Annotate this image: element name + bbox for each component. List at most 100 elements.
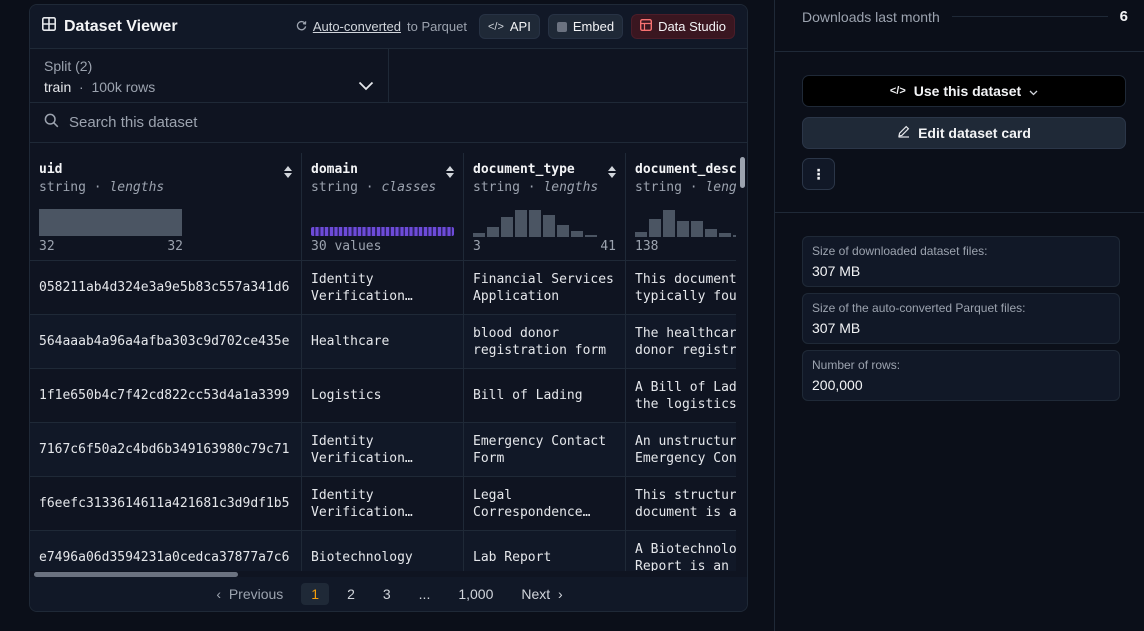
- page-button-2[interactable]: 2: [337, 583, 365, 605]
- use-this-dataset-button[interactable]: </> Use this dataset: [802, 75, 1126, 107]
- info-label: Size of the auto-converted Parquet files…: [812, 301, 1026, 315]
- previous-label: Previous: [228, 586, 284, 602]
- table-cell[interactable]: Healthcare: [302, 315, 463, 369]
- table-cell[interactable]: Biotechnology: [302, 531, 463, 571]
- column-name: document_desc: [635, 162, 736, 177]
- column-header[interactable]: uid string · lengths 32 32: [30, 153, 301, 261]
- histogram-range: 32 32: [39, 239, 183, 254]
- previous-page-button[interactable]: ‹ Previous: [206, 583, 293, 605]
- page-button-3[interactable]: 3: [373, 583, 401, 605]
- table-cell[interactable]: This structur document is a: [626, 477, 736, 531]
- vertical-scrollbar[interactable]: [740, 157, 745, 188]
- length-histogram: [39, 209, 182, 236]
- next-label: Next: [521, 586, 551, 602]
- page-ellipsis: ...: [418, 586, 431, 602]
- column-uid: uid string · lengths 32 32 058211ab4d324…: [30, 153, 302, 571]
- split-selector[interactable]: Split (2) train · 100k rows: [30, 49, 389, 102]
- pencil-icon: [897, 125, 910, 141]
- table-cell[interactable]: Emergency Contact Form: [464, 423, 625, 477]
- histogram-bar: [501, 217, 513, 237]
- split-name: train: [44, 79, 72, 95]
- table-cell[interactable]: 1f1e650b4c7f42cd822cc53d4a1a3399: [30, 369, 301, 423]
- column-header[interactable]: document_type string · lengths 3 41: [464, 153, 625, 261]
- divider: [775, 51, 1144, 52]
- histogram-bar: [585, 235, 597, 237]
- embed-button[interactable]: Embed: [547, 14, 624, 39]
- downloads-stat: Downloads last month 6: [802, 8, 1128, 25]
- table-cell[interactable]: 564aaab4a96a4afba303c9d702ce435e: [30, 315, 301, 369]
- more-options-button[interactable]: ⋮: [802, 158, 835, 190]
- stat-label: classes: [381, 180, 437, 195]
- data-table: uid string · lengths 32 32 058211ab4d324…: [30, 153, 736, 571]
- table-cell[interactable]: A Biotechnolo Report is an: [626, 531, 736, 572]
- column-type: string · classes: [311, 180, 437, 195]
- search-input[interactable]: Search this dataset: [69, 114, 197, 131]
- table-cell[interactable]: f6eefc3133614611a421681c3d9df1b5: [30, 477, 301, 531]
- api-button[interactable]: </> API: [478, 14, 540, 39]
- column-document-description: document_desc string · lengths 138 This …: [626, 153, 736, 571]
- sort-icon[interactable]: [283, 165, 293, 184]
- column-type: string · lengths: [39, 180, 165, 195]
- column-name: document_type: [473, 162, 575, 177]
- chevron-down-icon: [1029, 83, 1038, 99]
- auto-converted-link[interactable]: Auto-converted: [313, 19, 401, 34]
- histogram-min: 138: [635, 239, 659, 254]
- table-cell[interactable]: Identity Verification…: [302, 261, 463, 315]
- sort-icon[interactable]: [445, 165, 455, 184]
- table-cell[interactable]: Logistics: [302, 369, 463, 423]
- data-studio-icon: [640, 18, 653, 34]
- histogram-bar: [557, 225, 569, 237]
- downloads-label: Downloads last month: [802, 8, 940, 25]
- table-cell[interactable]: 058211ab4d324e3a9e5b83c557a341d6: [30, 261, 301, 315]
- table-cell[interactable]: e7496a06d3594231a0cedca37877a7c6: [30, 531, 301, 571]
- histogram-bar: [663, 210, 675, 237]
- divider: [775, 212, 1144, 213]
- sort-icon[interactable]: [607, 165, 617, 184]
- table-cell[interactable]: blood donor registration form: [464, 315, 625, 369]
- stat-label: lengths: [705, 180, 736, 195]
- type-label: string: [473, 180, 520, 195]
- edit-dataset-card-button[interactable]: Edit dataset card: [802, 117, 1126, 149]
- table-cell[interactable]: An unstructur Emergency Con: [626, 423, 736, 477]
- histogram-min: 32: [39, 239, 55, 254]
- code-icon: </>: [889, 85, 906, 97]
- info-card-parquet-size: Size of the auto-converted Parquet files…: [802, 293, 1120, 344]
- table-cell[interactable]: This document typically fou: [626, 261, 736, 315]
- page-button-1[interactable]: 1: [301, 583, 330, 605]
- table-icon: [42, 17, 56, 36]
- next-page-button[interactable]: Next ›: [511, 583, 572, 605]
- split-label: Split (2): [44, 58, 93, 74]
- info-card-download-size: Size of downloaded dataset files: 307 MB: [802, 236, 1120, 287]
- type-label: string: [39, 180, 86, 195]
- table-cell[interactable]: Legal Correspondence…: [464, 477, 625, 531]
- table-cell[interactable]: 7167c6f50a2c4bd6b349163980c79c71: [30, 423, 301, 477]
- table-cell[interactable]: Identity Verification…: [302, 477, 463, 531]
- column-header[interactable]: document_desc string · lengths 138: [626, 153, 736, 261]
- histogram-bar: [635, 232, 647, 237]
- auto-converted-suffix: to Parquet: [406, 19, 467, 34]
- split-row: Split (2) train · 100k rows: [30, 49, 747, 103]
- table-cell[interactable]: Financial Services Application: [464, 261, 625, 315]
- histogram-bar: [733, 235, 736, 237]
- histogram-max: 32: [167, 239, 183, 254]
- dataset-sidebar: Downloads last month 6 </> Use this data…: [775, 0, 1144, 631]
- table-cell[interactable]: A Bill of Lad the logistics: [626, 369, 736, 423]
- histogram-bar: [543, 215, 555, 237]
- info-label: Number of rows:: [812, 358, 901, 372]
- info-value: 307 MB: [812, 320, 861, 336]
- split-rows: 100k rows: [91, 79, 156, 95]
- column-header[interactable]: domain string · classes 30 values: [302, 153, 463, 261]
- table-cell[interactable]: The healthcar donor registr: [626, 315, 736, 369]
- data-studio-button[interactable]: Data Studio: [631, 14, 735, 39]
- page-button-last[interactable]: 1,000: [448, 583, 503, 605]
- length-histogram: [635, 210, 736, 237]
- auto-converted-note: Auto-converted to Parquet: [296, 19, 467, 34]
- type-label: string: [311, 180, 358, 195]
- search-bar[interactable]: Search this dataset: [30, 103, 747, 143]
- classes-summary: 30 values: [311, 239, 454, 254]
- histogram-min: 3: [473, 239, 481, 254]
- table-cell[interactable]: Lab Report: [464, 531, 625, 571]
- table-cell[interactable]: Bill of Lading: [464, 369, 625, 423]
- table-cell[interactable]: Identity Verification…: [302, 423, 463, 477]
- split-value: train · 100k rows: [44, 79, 374, 95]
